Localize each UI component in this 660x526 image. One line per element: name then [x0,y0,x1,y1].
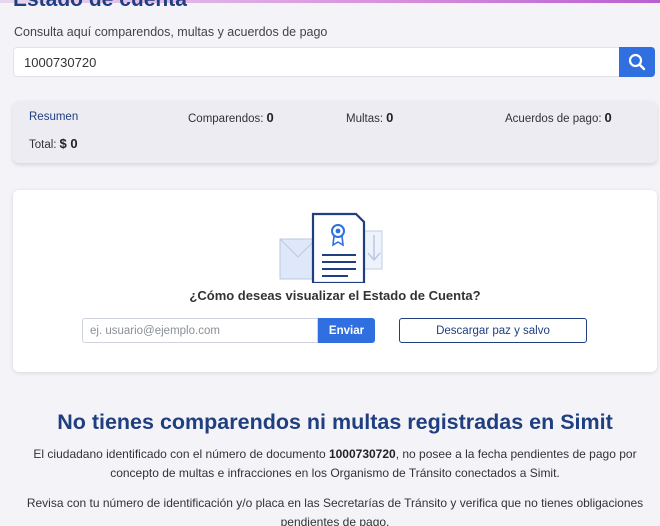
acuerdos-label: Acuerdos de pago: [505,113,602,125]
comparendos-value: 0 [266,110,274,125]
statement-options-card: ¿Cómo deseas visualizar el Estado de Cue… [13,190,657,372]
total-label: Total: [29,139,57,151]
multas-label: Multas: [346,113,384,125]
view-question: ¿Cómo deseas visualizar el Estado de Cue… [189,288,481,303]
acuerdos-value: 0 [604,110,612,125]
download-clearance-button[interactable]: Descargar paz y salvo [399,318,587,343]
multas-value: 0 [386,110,394,125]
search-box [13,47,655,77]
multas-count: Multas: 0 [346,110,393,125]
no-records-text-before: El ciudadano identificado con el número … [33,447,329,461]
send-button[interactable]: Enviar [318,318,375,343]
search-input[interactable] [14,48,604,76]
comparendos-count: Comparendos: 0 [188,110,274,125]
document-number: 1000730720 [328,447,396,461]
no-records-text: El ciudadano identificado con el número … [20,445,650,483]
page-title: Estado de cuenta [13,0,187,12]
check-obligations-text: Revisa con tu número de identificación y… [26,496,644,526]
no-records-heading: No tienes comparendos ni multas registra… [57,410,613,434]
tab-resumen[interactable]: Resumen [29,111,78,123]
search-icon [628,53,646,71]
document-certificate-icon [279,212,383,283]
summary-card: Resumen Comparendos: 0 Multas: 0 Acuerdos … [13,101,657,163]
acuerdos-count: Acuerdos de pago: 0 [505,110,612,125]
total-amount: Total: $ 0 [29,136,78,151]
search-button[interactable] [619,47,655,77]
total-value: $ 0 [59,136,78,151]
comparendos-label: Comparendos: [188,113,264,125]
page-subtitle: Consulta aquí comparendos, multas y acue… [14,25,328,39]
email-field[interactable] [82,318,318,343]
